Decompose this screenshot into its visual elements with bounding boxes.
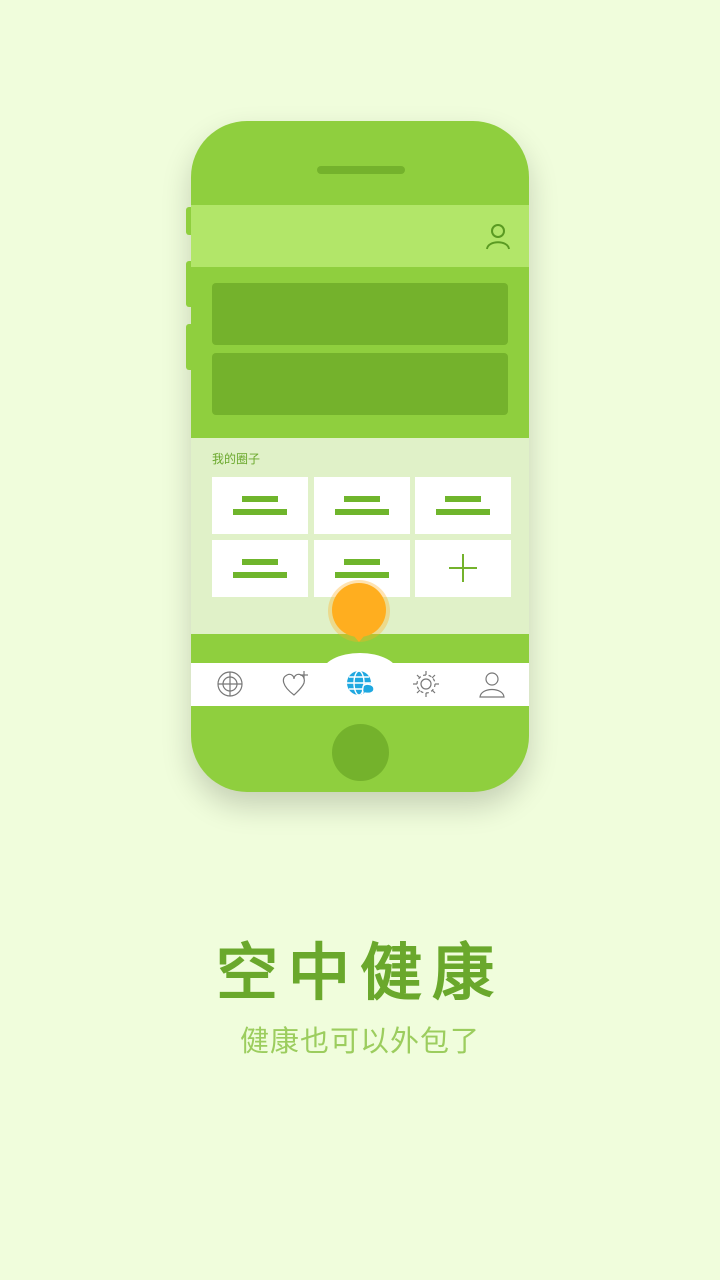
circle-tile-2[interactable] bbox=[314, 477, 410, 534]
user-icon[interactable] bbox=[483, 221, 513, 251]
phone-screen: 我的圈子 bbox=[191, 205, 529, 706]
home-button[interactable] bbox=[332, 724, 389, 781]
section-title: 我的圈子 bbox=[212, 452, 261, 466]
equal-bars-icon bbox=[344, 559, 380, 565]
top-bar bbox=[191, 205, 529, 267]
equal-bars-icon bbox=[242, 559, 278, 565]
banner-card-2[interactable] bbox=[212, 353, 508, 415]
circle-tile-1[interactable] bbox=[212, 477, 308, 534]
circle-tile-4[interactable] bbox=[212, 540, 308, 597]
banner-area bbox=[191, 267, 529, 438]
heart-plus-icon[interactable] bbox=[280, 669, 310, 699]
earpiece-speaker bbox=[317, 166, 405, 174]
phone-mockup: 我的圈子 bbox=[186, 121, 529, 792]
banner-card-1[interactable] bbox=[212, 283, 508, 345]
user-icon[interactable] bbox=[477, 669, 507, 699]
globe-chat-icon[interactable] bbox=[345, 669, 375, 699]
circle-tile-3[interactable] bbox=[415, 477, 511, 534]
equal-bars-icon bbox=[344, 496, 380, 502]
app-title: 空中健康 bbox=[215, 936, 504, 1009]
app-subtitle: 健康也可以外包了 bbox=[239, 1024, 480, 1058]
add-circle-tile[interactable] bbox=[415, 540, 511, 597]
gear-icon[interactable] bbox=[411, 669, 441, 699]
orange-marker-icon[interactable] bbox=[327, 579, 391, 643]
radar-icon[interactable] bbox=[215, 669, 245, 699]
equal-bars-icon bbox=[445, 496, 481, 502]
equal-bars-icon bbox=[242, 496, 278, 502]
